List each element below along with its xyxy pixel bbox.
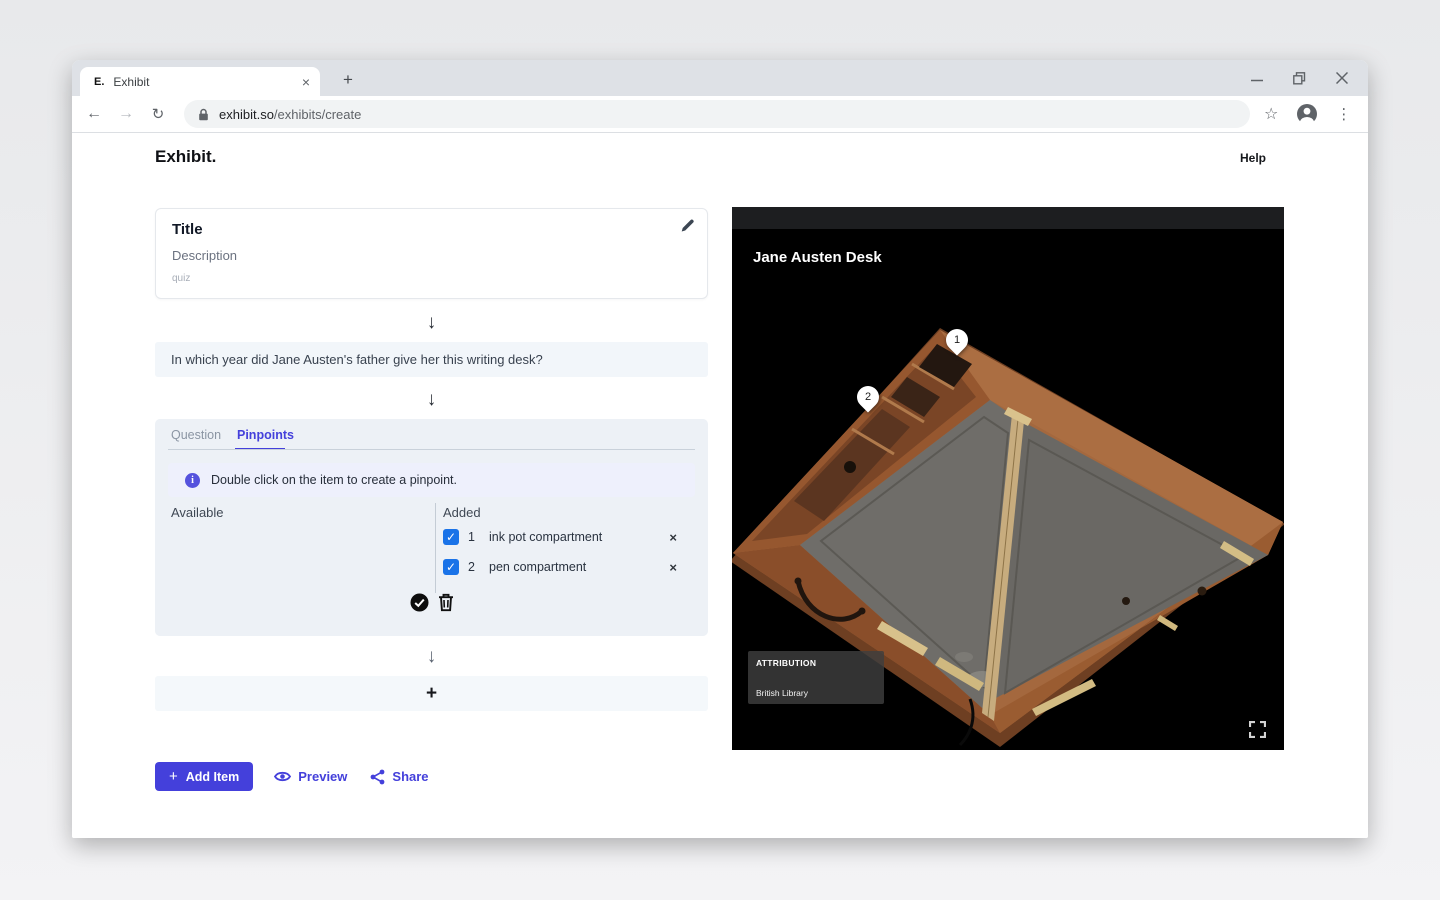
remove-pinpoint-icon[interactable]: × bbox=[669, 530, 679, 545]
editor-column: Title Description quiz ↓ In which year d… bbox=[155, 208, 708, 791]
close-icon[interactable] bbox=[1336, 72, 1348, 84]
address-bar: ← → ↻ exhibit.so/exhibits/create ☆ ⋮ bbox=[72, 96, 1368, 133]
exhibit-title: Title bbox=[172, 221, 203, 238]
pin-number: 1 bbox=[954, 334, 960, 346]
minimize-icon[interactable] bbox=[1251, 72, 1263, 84]
share-button[interactable]: Share bbox=[370, 769, 428, 785]
pin-balloon: 2 bbox=[852, 381, 883, 412]
pinpoint-number: 2 bbox=[468, 560, 482, 574]
remove-pinpoint-icon[interactable]: × bbox=[669, 560, 679, 575]
eye-icon bbox=[274, 770, 291, 783]
available-column-label: Available bbox=[171, 505, 224, 520]
tab-pinpoints[interactable]: Pinpoints bbox=[237, 428, 294, 442]
added-column-label: Added bbox=[443, 505, 481, 520]
forward-icon[interactable]: → bbox=[114, 105, 138, 123]
add-section-bar[interactable]: + bbox=[155, 676, 708, 711]
confirm-check-icon[interactable] bbox=[410, 593, 429, 612]
profile-avatar-icon[interactable] bbox=[1296, 103, 1318, 125]
pinpoint-info-alert: i Double click on the item to create a p… bbox=[168, 463, 695, 497]
preview-label: Preview bbox=[298, 769, 347, 784]
flow-arrow-down-icon: ↓ bbox=[155, 313, 708, 333]
url-path: /exhibits/create bbox=[274, 107, 361, 122]
url-host: exhibit.so bbox=[219, 107, 274, 122]
url-text: exhibit.so/exhibits/create bbox=[219, 107, 361, 122]
preview-button[interactable]: Preview bbox=[274, 769, 347, 784]
flow-arrow-down-icon: ↓ bbox=[155, 390, 708, 410]
pinpoint-checkbox[interactable]: ✓ bbox=[443, 529, 459, 545]
reload-icon[interactable]: ↻ bbox=[146, 105, 170, 123]
columns-divider bbox=[435, 503, 436, 593]
pinpoint-card-actions bbox=[155, 593, 708, 612]
browser-window: E. Exhibit × + ← → ↻ exhibit.so/exhibits… bbox=[72, 60, 1368, 838]
pinpoint-label: pen compartment bbox=[489, 560, 669, 574]
exhibit-viewer-panel: Jane Austen Desk 1 2 ATTRIBUTION British… bbox=[732, 207, 1284, 750]
exhibit-title-card[interactable]: Title Description quiz bbox=[155, 208, 708, 299]
viewer-canvas[interactable]: Jane Austen Desk 1 2 ATTRIBUTION British… bbox=[732, 229, 1284, 750]
pinpoint-checkbox[interactable]: ✓ bbox=[443, 559, 459, 575]
window-controls bbox=[1251, 60, 1368, 96]
desktop-background: E. Exhibit × + ← → ↻ exhibit.so/exhibits… bbox=[0, 0, 1440, 900]
question-preview-bar[interactable]: In which year did Jane Austen's father g… bbox=[155, 342, 708, 377]
pin-number: 2 bbox=[865, 391, 871, 403]
tab-close-icon[interactable]: × bbox=[300, 74, 312, 90]
footer-actions: + Add Item Preview Share bbox=[155, 762, 708, 791]
add-item-button[interactable]: + Add Item bbox=[155, 762, 253, 791]
pinpoint-marker-2[interactable]: 2 bbox=[857, 386, 879, 408]
pinpoint-marker-1[interactable]: 1 bbox=[946, 329, 968, 351]
pinpoint-label: ink pot compartment bbox=[489, 530, 669, 544]
plus-icon: + bbox=[169, 768, 178, 785]
share-label: Share bbox=[392, 769, 428, 784]
add-item-label: Add Item bbox=[186, 770, 239, 784]
attribution-box: ATTRIBUTION British Library bbox=[748, 651, 884, 704]
pinpoints-editor-card: Question Pinpoints i Double click on the… bbox=[155, 419, 708, 636]
attribution-label: ATTRIBUTION bbox=[756, 658, 876, 668]
question-preview-text: In which year did Jane Austen's father g… bbox=[171, 352, 543, 367]
help-link[interactable]: Help bbox=[1240, 151, 1266, 165]
pin-balloon: 1 bbox=[941, 324, 972, 355]
added-pinpoint-row: ✓ 2 pen compartment × bbox=[443, 556, 679, 578]
delete-trash-icon[interactable] bbox=[438, 593, 454, 612]
share-icon bbox=[370, 769, 385, 785]
tab-question[interactable]: Question bbox=[171, 428, 221, 442]
app-logo[interactable]: Exhibit. bbox=[155, 147, 216, 167]
lock-icon bbox=[198, 108, 209, 121]
fullscreen-icon[interactable] bbox=[1249, 721, 1266, 738]
browser-tab[interactable]: E. Exhibit × bbox=[80, 67, 320, 96]
flow-arrow-down-icon: ↓ bbox=[155, 647, 708, 667]
url-field[interactable]: exhibit.so/exhibits/create bbox=[184, 100, 1250, 128]
address-bar-actions: ☆ ⋮ bbox=[1264, 103, 1351, 125]
back-icon[interactable]: ← bbox=[82, 105, 106, 123]
exhibit-description: Description bbox=[172, 248, 237, 263]
exhibit-slug: quiz bbox=[172, 273, 190, 284]
tabs-divider bbox=[168, 449, 695, 450]
new-tab-button[interactable]: + bbox=[334, 66, 362, 94]
pinpoint-number: 1 bbox=[468, 530, 482, 544]
viewer-toolbar bbox=[732, 207, 1284, 229]
tab-favicon: E. bbox=[94, 76, 104, 88]
browser-tabstrip: E. Exhibit × + bbox=[72, 60, 1368, 96]
edit-pencil-icon[interactable] bbox=[680, 219, 695, 234]
restore-icon[interactable] bbox=[1293, 72, 1306, 85]
plus-icon: + bbox=[426, 683, 437, 705]
browser-menu-icon[interactable]: ⋮ bbox=[1336, 105, 1351, 123]
tab-title: Exhibit bbox=[113, 75, 299, 89]
bookmark-star-icon[interactable]: ☆ bbox=[1264, 104, 1278, 124]
exhibit-item-title: Jane Austen Desk bbox=[753, 249, 882, 266]
attribution-value: British Library bbox=[756, 688, 808, 698]
info-icon: i bbox=[185, 473, 200, 488]
page-content: Exhibit. Help Title Description quiz ↓ I… bbox=[72, 133, 1368, 838]
info-alert-text: Double click on the item to create a pin… bbox=[211, 473, 457, 487]
added-pinpoint-row: ✓ 1 ink pot compartment × bbox=[443, 526, 679, 548]
